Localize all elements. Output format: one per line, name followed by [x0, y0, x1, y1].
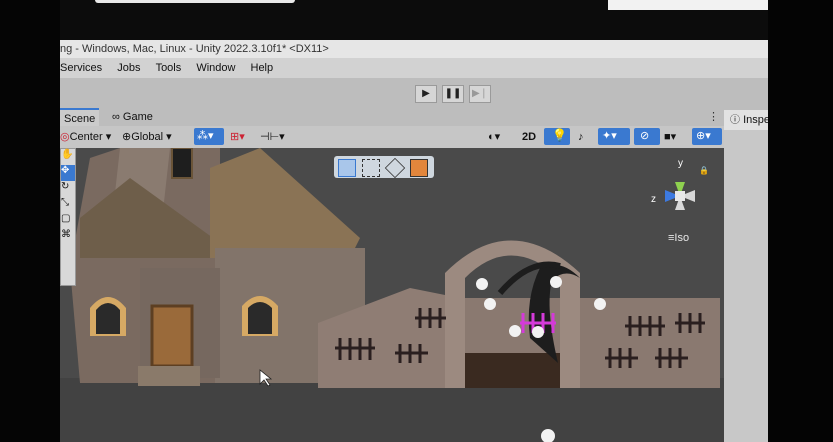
- rect-tool-icon[interactable]: ▢: [61, 213, 75, 229]
- projection-label: Iso: [674, 232, 690, 244]
- orientation-gizmo[interactable]: y z 🔒: [645, 158, 715, 230]
- snap-increment-dropdown[interactable]: ⊞▾: [230, 129, 245, 145]
- grid-snap-toggle[interactable]: ⁂▾: [194, 128, 224, 145]
- snap-icon: ⊞▾: [230, 131, 245, 143]
- menu-bar: Services Jobs Tools Window Help: [60, 58, 768, 78]
- shading-icon: ◐▾: [488, 131, 501, 143]
- tools-overlay: ✋ ✥ ↻ ⤡ ▢ ⌘: [60, 148, 76, 286]
- inspector-panel: [724, 130, 768, 442]
- tab-inspector[interactable]: ⓘ Inspe: [724, 110, 768, 130]
- screen-glare: [608, 0, 768, 10]
- monitor-bezel-left: [0, 0, 60, 442]
- cube-icon[interactable]: [338, 159, 356, 177]
- pause-button[interactable]: ❚❚: [442, 85, 464, 103]
- transform-tool-icon[interactable]: ⌘: [61, 229, 75, 245]
- chevron-down-icon: ▾: [102, 131, 112, 143]
- space-label: Global: [131, 131, 164, 143]
- lock-icon[interactable]: 🔒: [699, 166, 709, 175]
- pivot-icon: ◎: [60, 131, 70, 143]
- pivot-label: Center: [69, 131, 103, 143]
- window-title: ng - Windows, Mac, Linux - Unity 2022.3.…: [60, 40, 768, 58]
- lighting-icon: 💡: [552, 128, 567, 142]
- info-icon: ⓘ: [730, 115, 740, 126]
- camera-dropdown[interactable]: ■▾: [664, 129, 676, 145]
- play-icon: ▶: [422, 88, 430, 99]
- tab-inspector-label: Inspe: [743, 114, 768, 126]
- hidden-objects-toggle[interactable]: ⊘: [634, 128, 660, 145]
- globe-icon: ⊕: [122, 131, 132, 143]
- incremental-snap-dropdown[interactable]: ⊣⊢▾: [260, 129, 285, 145]
- mesh-icon[interactable]: [384, 157, 406, 179]
- play-controls-bar: ▶ ❚❚ ▶❘: [60, 78, 768, 108]
- eye-slash-icon: ⊘: [640, 130, 650, 142]
- effects-icon: ✦▾: [602, 130, 617, 142]
- menu-item-jobs[interactable]: Jobs: [117, 58, 140, 78]
- menu-item-services[interactable]: Services: [60, 58, 102, 78]
- rect-select-icon[interactable]: [362, 159, 380, 177]
- unity-editor-window: ng - Windows, Mac, Linux - Unity 2022.3.…: [60, 40, 768, 442]
- rotate-tool-icon[interactable]: ↻: [61, 181, 75, 197]
- menu-item-help[interactable]: Help: [251, 58, 274, 78]
- step-button[interactable]: ▶❘: [469, 85, 491, 103]
- scene-visibility-dropdown[interactable]: ◐▾: [488, 129, 500, 145]
- tab-game-label: Game: [122, 111, 153, 123]
- gizmos-dropdown[interactable]: ⊕▾: [692, 128, 722, 145]
- hand-tool-icon[interactable]: ✋: [61, 149, 75, 165]
- tab-scene[interactable]: Scene: [60, 108, 100, 126]
- pivot-dropdown[interactable]: ◎Center ▾: [60, 129, 111, 145]
- menu-item-tools[interactable]: Tools: [156, 58, 182, 78]
- scene-render: [60, 148, 724, 442]
- space-dropdown[interactable]: ⊕Global ▾: [122, 129, 172, 145]
- scene-toolbar: ◎Center ▾ ⊕Global ▾ ⁂▾ ⊞▾ ⊣⊢▾ ◐▾ 2D 💡 ♪ …: [60, 126, 724, 149]
- move-tool-icon[interactable]: ✥: [61, 165, 75, 181]
- pause-icon: ❚❚: [444, 88, 462, 99]
- tab-game[interactable]: ∞ Game: [108, 108, 157, 126]
- screen-glare: [95, 0, 295, 3]
- gizmos-icon: ⊕▾: [696, 130, 711, 142]
- editor-tab-bar: Scene ∞ Game ⋮: [60, 108, 768, 126]
- effects-dropdown[interactable]: ✦▾: [598, 128, 630, 145]
- monitor-bezel-right: [768, 0, 833, 442]
- camera-icon: ■▾: [664, 131, 677, 143]
- step-icon: ▶❘: [471, 88, 489, 99]
- menu-item-window[interactable]: Window: [196, 58, 235, 78]
- game-controller-icon: ∞: [112, 111, 120, 123]
- object-tools-overlay: [334, 156, 434, 179]
- play-button[interactable]: ▶: [415, 85, 437, 103]
- projection-toggle[interactable]: ≡Iso: [668, 232, 689, 244]
- chevron-down-icon: ▾: [163, 131, 172, 143]
- 2d-mode-toggle[interactable]: 2D: [522, 129, 536, 145]
- scale-tool-icon[interactable]: ⤡: [61, 197, 75, 213]
- material-icon[interactable]: [410, 159, 428, 177]
- scene-viewport[interactable]: ✋ ✥ ↻ ⤡ ▢ ⌘ y z 🔒 ≡Iso: [60, 148, 724, 442]
- grid-icon: ⁂▾: [197, 130, 214, 142]
- snap-settings-icon: ⊣⊢▾: [260, 131, 285, 143]
- lighting-toggle[interactable]: 💡: [544, 128, 570, 145]
- audio-toggle[interactable]: ♪: [578, 129, 584, 145]
- tab-menu-icon[interactable]: ⋮: [708, 110, 719, 123]
- audio-icon: ♪: [578, 131, 584, 143]
